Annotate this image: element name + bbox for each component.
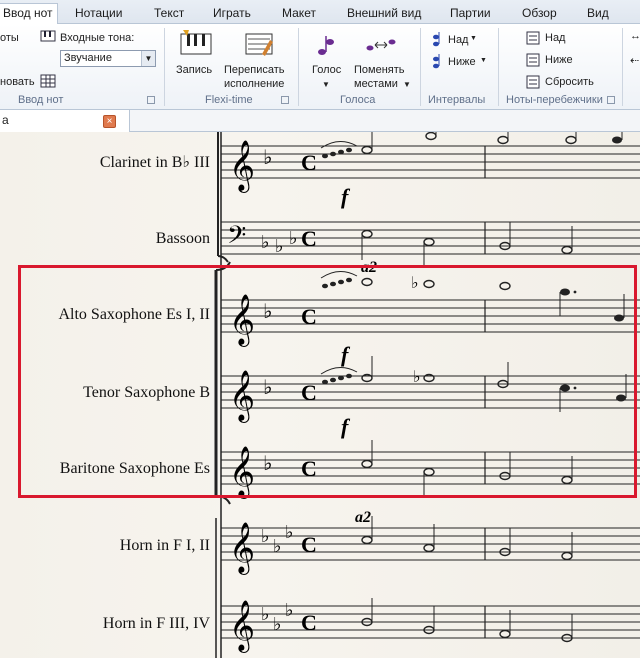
tab-text[interactable]: Текст — [150, 4, 188, 24]
close-icon[interactable]: × — [103, 115, 116, 128]
interval-above-label[interactable]: Над — [448, 34, 468, 46]
chevron-down-icon: ▼ — [141, 51, 155, 66]
rewrite-label-1[interactable]: Переписать — [224, 64, 285, 76]
group-title-voices: Голоса — [340, 94, 376, 106]
group-divider — [622, 28, 623, 106]
input-tones-label: Входные тона: — [60, 32, 135, 44]
tab-notations[interactable]: Нотации — [71, 4, 126, 24]
cross-staff-reset-label[interactable]: Сбросить — [545, 76, 594, 88]
staff: 𝄢 ♭ ♭ ♭ C — [220, 221, 640, 266]
dialog-launcher-icon[interactable] — [607, 96, 615, 104]
tab-review[interactable]: Обзор — [518, 4, 561, 24]
group-title-intervals: Интервалы — [428, 94, 486, 106]
swap-label-1[interactable]: Поменять — [354, 64, 405, 76]
tab-view[interactable]: Вид — [583, 4, 613, 24]
interval-above-icon[interactable] — [432, 32, 444, 48]
svg-text:♭: ♭ — [275, 236, 284, 257]
staff: 𝄞 ♭ ♭ ♭ C a2 — [220, 509, 640, 575]
record-label[interactable]: Запись — [176, 64, 212, 76]
tab-parts[interactable]: Партии — [446, 4, 495, 24]
voice-icon[interactable] — [316, 32, 336, 60]
svg-text:C: C — [301, 532, 317, 557]
document-tab[interactable]: а × — [0, 110, 130, 132]
staff: 𝄞 ♭ C f — [220, 132, 640, 209]
chevron-down-icon[interactable]: ▼ — [470, 35, 477, 42]
staff: 𝄞 ♭ ♭ ♭ C — [220, 598, 640, 653]
cross-staff-above-icon[interactable] — [526, 31, 540, 45]
svg-text:♭: ♭ — [263, 145, 272, 169]
svg-text:♭: ♭ — [273, 614, 282, 635]
swap-label-2[interactable]: местами — [354, 78, 398, 90]
group-title-switchers: Ноты-перебежчики — [506, 94, 603, 106]
svg-text:C: C — [301, 226, 317, 251]
treble-clef-icon: 𝄞 — [229, 140, 255, 193]
document-tabs: а × — [0, 110, 640, 132]
group-divider — [298, 28, 299, 106]
svg-text:𝄞: 𝄞 — [229, 600, 255, 653]
record-icon[interactable] — [179, 30, 213, 60]
group-divider — [420, 28, 421, 106]
input-tones-select[interactable]: Звучание ▼ — [60, 50, 156, 67]
chevron-down-icon[interactable]: ▼ — [403, 80, 411, 89]
cross-staff-reset-icon[interactable] — [526, 75, 540, 89]
tab-layout[interactable]: Макет — [278, 4, 320, 24]
cross-staff-below-icon[interactable] — [526, 53, 540, 67]
dialog-launcher-icon[interactable] — [281, 96, 289, 104]
keyboard-icon[interactable] — [40, 29, 56, 43]
rewrite-performance-icon[interactable] — [242, 30, 276, 60]
svg-text:C: C — [301, 610, 317, 635]
voice-label[interactable]: Голос — [312, 64, 341, 76]
svg-text:♭: ♭ — [261, 526, 270, 547]
group-divider — [164, 28, 165, 106]
cut-label-1[interactable]: оты — [0, 32, 19, 44]
bass-clef-icon: 𝄢 — [227, 221, 246, 256]
interval-below-label[interactable]: Ниже — [448, 56, 476, 68]
a2-marking: a2 — [355, 509, 371, 526]
svg-text:♭: ♭ — [273, 536, 282, 557]
group-title-note-input: Ввод нот — [18, 94, 64, 106]
input-tones-value: Звучание — [64, 52, 112, 64]
ribbon: оты новать Входные тона: Звучание ▼ Ввод… — [0, 24, 640, 110]
score-canvas[interactable]: Clarinet in B♭ III Bassoon Alto Saxophon… — [0, 132, 640, 658]
selection-highlight — [18, 265, 637, 498]
svg-text:♭: ♭ — [289, 228, 298, 249]
tab-play[interactable]: Играть — [209, 4, 255, 24]
rewrite-label-2[interactable]: исполнение — [224, 78, 284, 90]
group-title-flexi: Flexi-time — [205, 94, 253, 106]
arrow-icon[interactable]: ⇠ — [630, 54, 639, 67]
tab-note-input[interactable]: Ввод нот — [0, 3, 58, 25]
svg-text:♭: ♭ — [261, 232, 270, 253]
svg-text:♭: ♭ — [261, 604, 270, 625]
chevron-down-icon[interactable]: ▼ — [322, 80, 330, 89]
svg-text:♭: ♭ — [285, 600, 294, 621]
cut-label-2[interactable]: новать — [0, 76, 35, 88]
arrow-icon[interactable]: ↔ — [630, 30, 640, 42]
tab-appearance[interactable]: Внешний вид — [343, 4, 425, 24]
swap-voices-icon[interactable] — [364, 34, 398, 56]
grid-keyboard-icon[interactable] — [40, 73, 56, 89]
interval-below-icon[interactable] — [432, 54, 444, 70]
document-tab-title: а — [2, 113, 9, 127]
ribbon-tabs: Ввод нот Нотации Текст Играть Макет Внеш… — [0, 0, 640, 25]
svg-text:𝄞: 𝄞 — [229, 522, 255, 575]
dialog-launcher-icon[interactable] — [147, 96, 155, 104]
chevron-down-icon[interactable]: ▼ — [480, 57, 487, 64]
cross-staff-below-label[interactable]: Ниже — [545, 54, 573, 66]
cross-staff-above-label[interactable]: Над — [545, 32, 565, 44]
group-divider — [498, 28, 499, 106]
dynamic-marking: f — [341, 184, 351, 209]
time-signature: C — [301, 150, 317, 175]
svg-text:♭: ♭ — [285, 522, 294, 543]
